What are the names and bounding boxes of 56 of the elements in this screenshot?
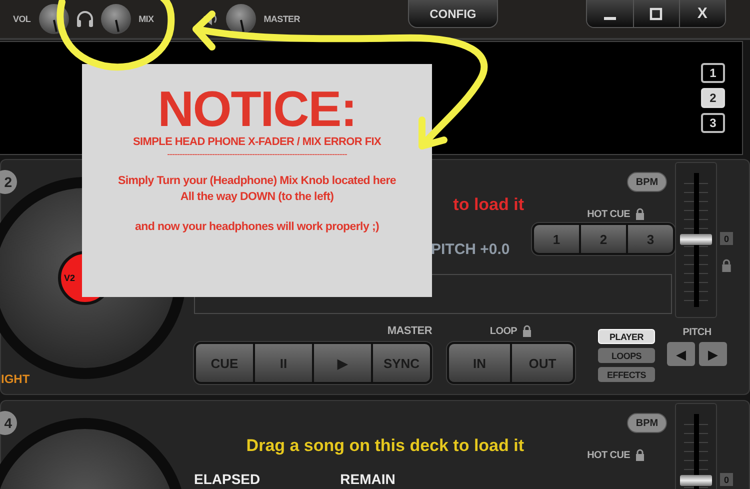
deck-message: to load it bbox=[453, 195, 524, 215]
maximize-button[interactable] bbox=[632, 0, 679, 27]
hot-cue-button[interactable]: 2 bbox=[581, 225, 626, 253]
knob-label: MIX bbox=[138, 14, 154, 24]
bpm-button[interactable]: BPM bbox=[627, 413, 667, 433]
pitch-reset-button[interactable]: 0 bbox=[720, 473, 733, 486]
lock-icon bbox=[721, 259, 732, 272]
config-button[interactable]: CONFIG bbox=[408, 0, 498, 28]
deck-selector-button[interactable]: 3 bbox=[701, 113, 725, 133]
pitch-label: PITCH bbox=[682, 327, 712, 338]
notice-paragraph: Simply Turn your (Headphone) Mix Knob located here All the way DOWN (to the left) bbox=[116, 174, 398, 205]
loop-label: LOOP bbox=[490, 326, 518, 336]
headphone-icon bbox=[74, 9, 95, 29]
view-tab[interactable]: EFFECTS bbox=[598, 367, 655, 382]
pitch-slider-thumb[interactable] bbox=[680, 234, 712, 245]
dashed-rule: ------------------------------------------------------------------------ bbox=[166, 149, 348, 159]
transport-button[interactable]: II bbox=[255, 344, 312, 382]
knob-label: MASTER bbox=[264, 14, 300, 24]
pitch-bend-button[interactable]: ▶ bbox=[699, 342, 727, 366]
deck-selector-button[interactable]: 2 bbox=[701, 88, 725, 108]
knob-label: VOL bbox=[13, 14, 31, 24]
pitch-bend-button[interactable]: ◀ bbox=[667, 342, 695, 366]
notice-subtitle: SIMPLE HEAD PHONE X-FADER / MIX ERROR FIX bbox=[132, 136, 382, 148]
knob[interactable] bbox=[226, 4, 256, 34]
lock-icon bbox=[635, 449, 645, 461]
master-label: MASTER bbox=[387, 325, 432, 337]
remain-label: REMAIN bbox=[340, 471, 396, 487]
hot-cue-label: HOT CUE bbox=[587, 208, 630, 220]
hot-cue-button[interactable]: 1 bbox=[534, 225, 579, 253]
transport-button[interactable]: ▶ bbox=[314, 344, 371, 382]
hot-cue-button[interactable]: 3 bbox=[628, 225, 673, 253]
loop-button[interactable]: IN bbox=[449, 344, 510, 382]
minimize-button[interactable] bbox=[586, 0, 633, 27]
deck-label: IGHT bbox=[1, 372, 30, 386]
deck-number: 4 bbox=[0, 411, 17, 435]
loop-button[interactable]: OUT bbox=[512, 344, 573, 382]
pitch-readout: PITCH +0.0 bbox=[431, 241, 511, 258]
bpm-button[interactable]: BPM bbox=[627, 172, 667, 192]
view-tab[interactable]: LOOPS bbox=[598, 348, 655, 363]
close-button[interactable]: X bbox=[678, 0, 725, 27]
transport-button[interactable]: CUE bbox=[196, 344, 253, 382]
view-tab[interactable]: PLAYER bbox=[598, 329, 655, 344]
deck-number: 2 bbox=[0, 170, 17, 194]
maximize-icon bbox=[648, 6, 664, 22]
lock-icon bbox=[635, 208, 645, 220]
hot-cue-label: HOT CUE bbox=[587, 450, 630, 460]
transport-button[interactable]: SYNC bbox=[373, 344, 430, 382]
minimize-icon bbox=[604, 17, 616, 20]
pitch-slider-thumb[interactable] bbox=[680, 475, 712, 486]
notice-title: NOTICE: bbox=[156, 84, 358, 134]
pitch-reset-button[interactable]: 0 bbox=[720, 232, 733, 245]
elapsed-label: ELAPSED bbox=[194, 471, 260, 487]
notice-paragraph: and now your headphones will work properly ;) bbox=[134, 220, 380, 235]
deck-selector-button[interactable]: 1 bbox=[701, 63, 725, 83]
deck-message: Drag a song on this deck to load it bbox=[246, 436, 524, 456]
lock-icon bbox=[522, 325, 532, 337]
